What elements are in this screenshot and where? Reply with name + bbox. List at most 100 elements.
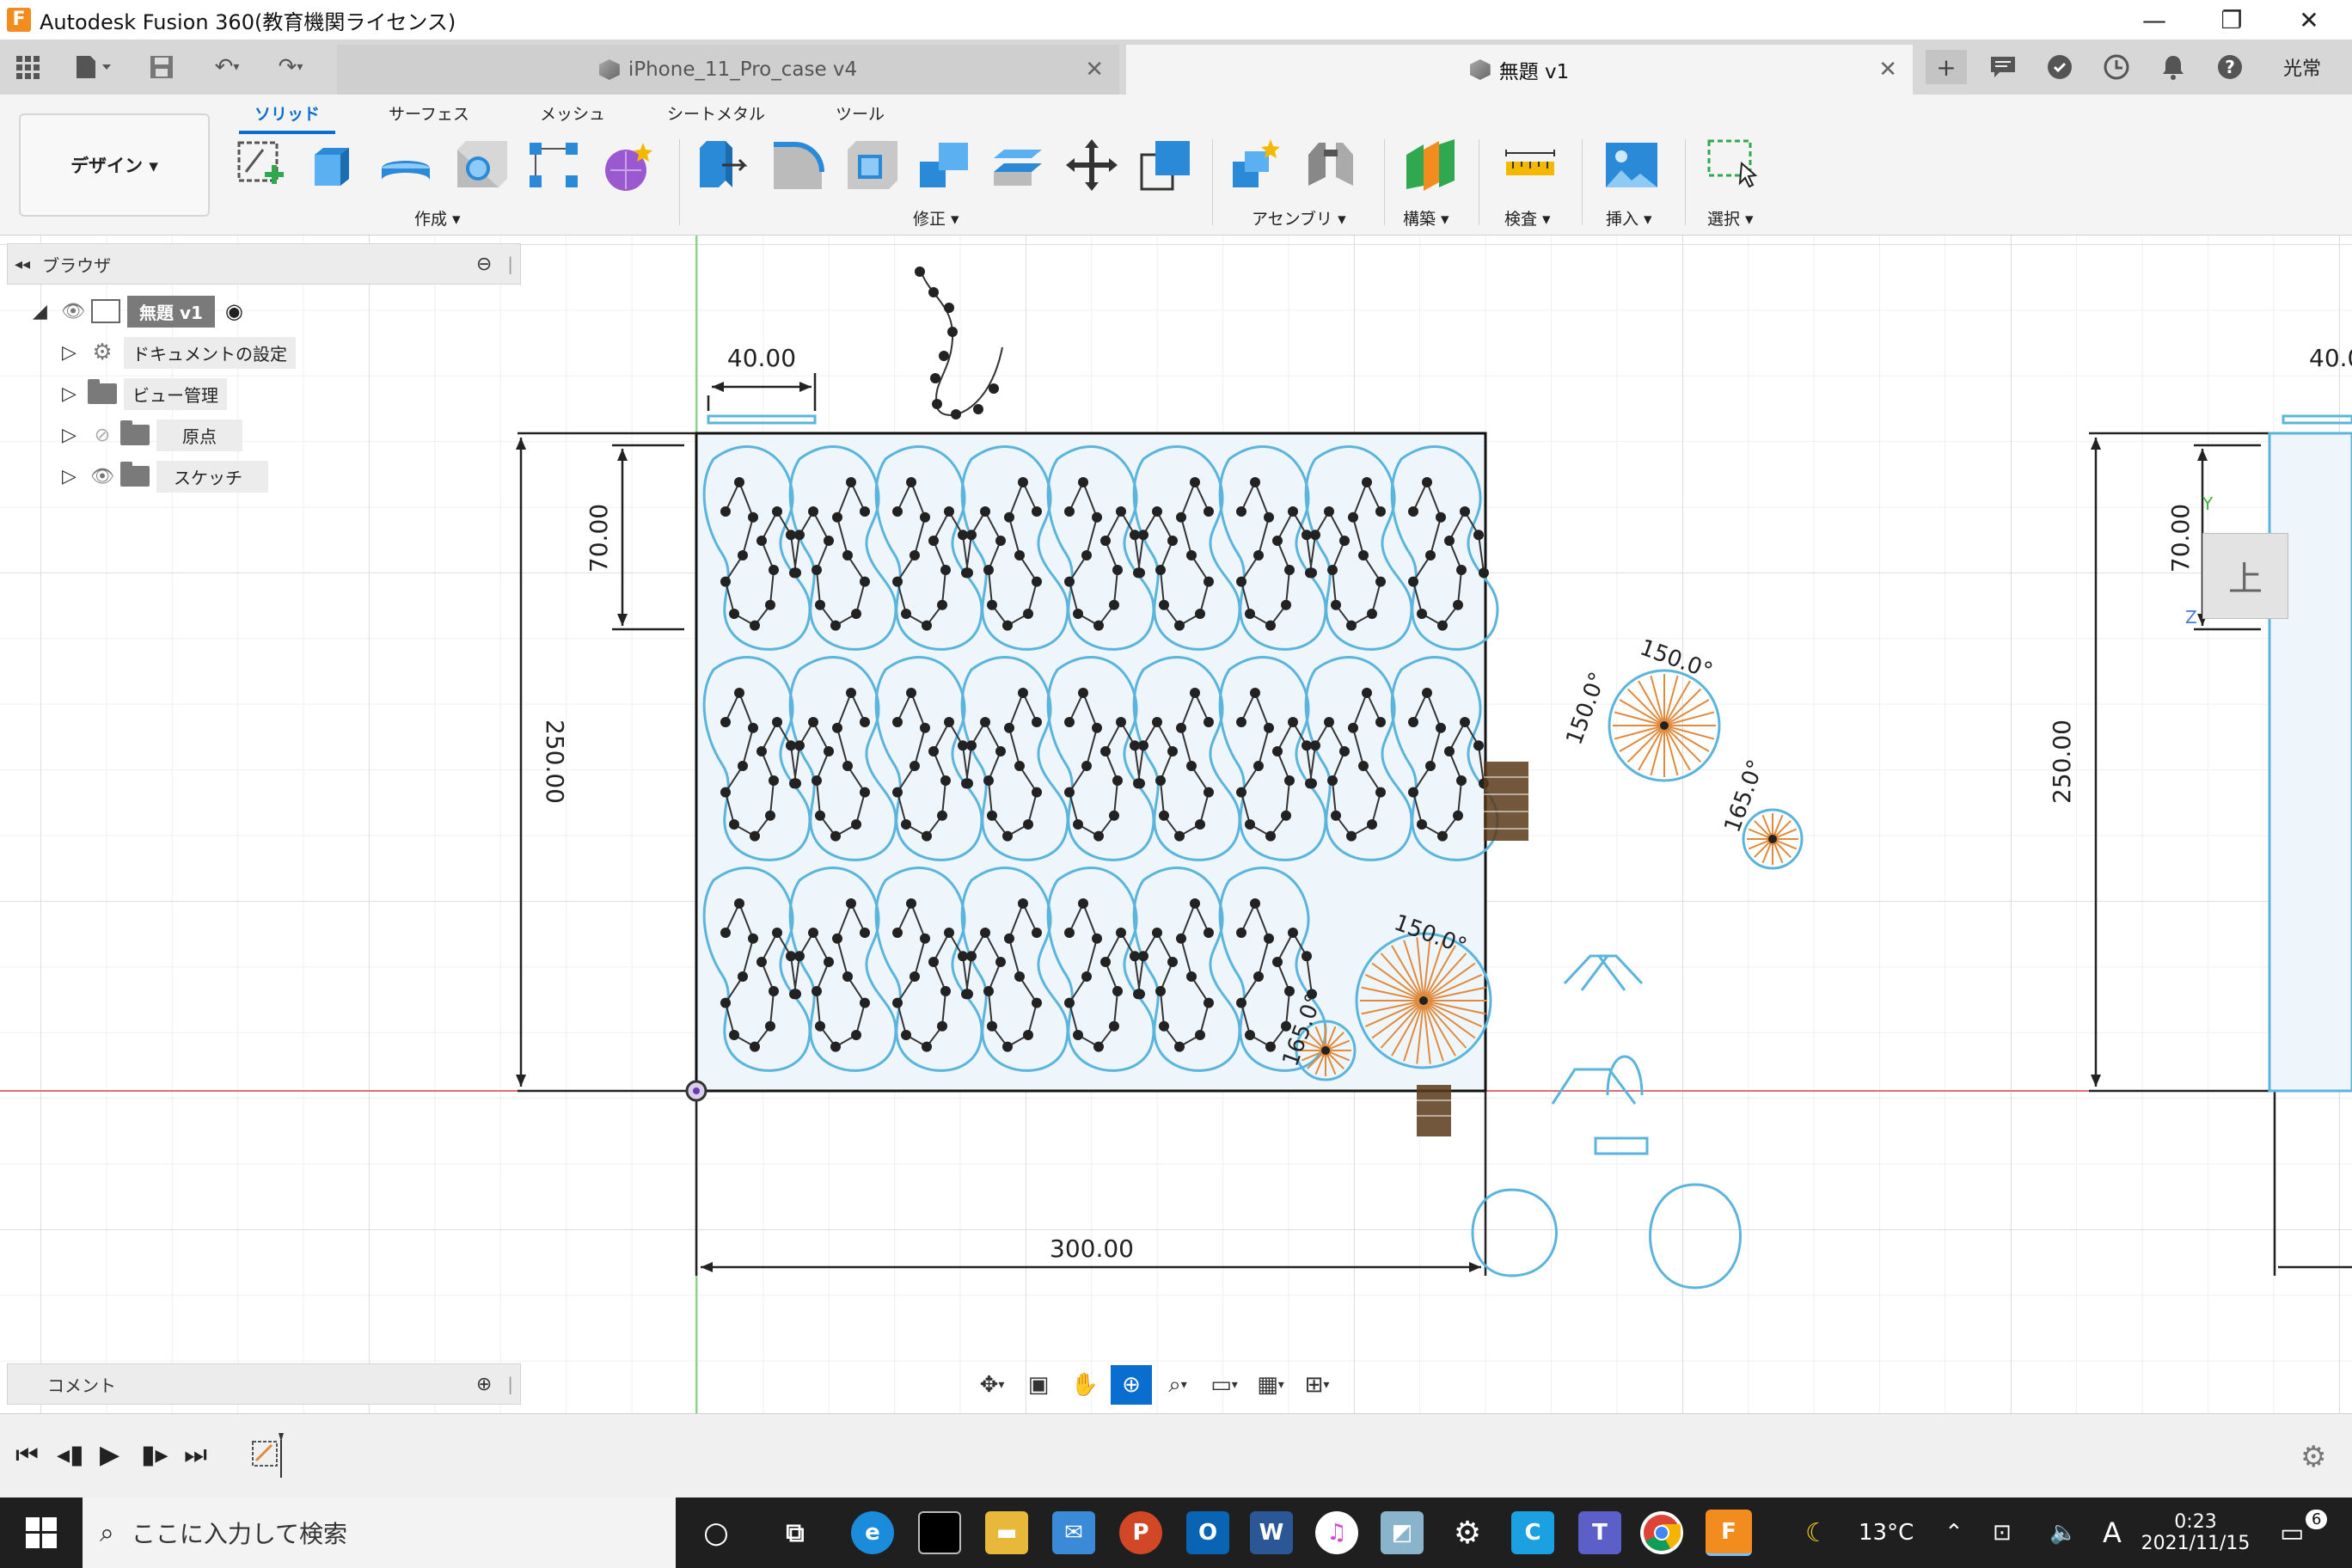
fillet-icon[interactable] [770, 138, 825, 193]
spline-point[interactable] [1078, 688, 1088, 698]
spline-point[interactable] [1250, 477, 1260, 487]
spline-point[interactable] [1375, 717, 1386, 727]
spline-point[interactable] [1236, 928, 1246, 938]
spline-point[interactable] [1073, 1030, 1083, 1040]
spline-point[interactable] [1460, 506, 1470, 517]
spline-point[interactable] [1204, 506, 1214, 517]
spline-point[interactable] [1245, 819, 1255, 830]
timeline-sketch-feature-icon[interactable] [249, 1431, 291, 1479]
construct-group-label[interactable]: 構築 ▾ [1403, 206, 1449, 230]
spline-point[interactable] [860, 717, 870, 727]
spline-point[interactable] [789, 989, 799, 1000]
spline-point[interactable] [1190, 477, 1200, 487]
spline-point[interactable] [1305, 778, 1315, 789]
extrude-icon[interactable] [304, 138, 359, 193]
spline-point[interactable] [1362, 688, 1372, 698]
spline-point[interactable] [1032, 928, 1042, 938]
spline-point[interactable] [1081, 761, 1092, 771]
view-cube[interactable]: 上 [2202, 533, 2288, 619]
spline-point[interactable] [1346, 620, 1357, 631]
spline-point[interactable] [1264, 511, 1274, 523]
spline-point[interactable] [815, 810, 825, 821]
spline-point[interactable] [846, 477, 856, 487]
spline-point[interactable] [1456, 565, 1467, 575]
spline-point[interactable] [832, 511, 842, 523]
notifications-bell-icon[interactable] [2153, 50, 2194, 84]
spline-point[interactable] [1204, 997, 1214, 1008]
joint-icon[interactable] [1303, 138, 1358, 193]
spline-point[interactable] [1064, 717, 1075, 727]
spline-point[interactable] [1264, 722, 1274, 733]
task-view-icon[interactable]: ⧉ [774, 1511, 817, 1554]
spline-point[interactable] [892, 928, 903, 938]
spline-point[interactable] [1375, 506, 1386, 517]
spline-point[interactable] [1159, 1020, 1169, 1032]
fusion-taskbar-icon[interactable]: F [1706, 1510, 1752, 1556]
spline-point[interactable] [734, 898, 744, 909]
terminal-icon[interactable] [918, 1511, 961, 1554]
spline-point[interactable] [1152, 506, 1162, 517]
job-status-icon[interactable] [2039, 50, 2080, 84]
spline-point[interactable] [995, 536, 1006, 546]
spline-point[interactable] [1023, 819, 1033, 830]
spline-point[interactable] [1473, 530, 1484, 541]
panel-grip-icon[interactable]: | [507, 1374, 513, 1394]
spline-point[interactable] [738, 550, 748, 560]
teams-icon[interactable]: T [1578, 1511, 1621, 1554]
outlook-icon[interactable]: O [1186, 1511, 1229, 1554]
spline-point[interactable] [1281, 810, 1291, 821]
spline-point[interactable] [1174, 620, 1185, 631]
spline-point[interactable] [906, 477, 916, 487]
spline-point[interactable] [734, 477, 744, 487]
spline-point[interactable] [720, 717, 731, 727]
assemble-group-label[interactable]: アセンブリ ▾ [1252, 206, 1346, 230]
spline-point[interactable] [1167, 746, 1178, 756]
zoom-icon[interactable]: ⊕ [1111, 1365, 1152, 1405]
spline-point[interactable] [901, 819, 911, 830]
spline-point[interactable] [966, 530, 977, 541]
spline-point[interactable] [1331, 810, 1341, 821]
spline-point[interactable] [928, 746, 939, 756]
spline-point[interactable] [748, 511, 758, 523]
collapse-triangle-icon[interactable]: ◢ [33, 301, 58, 322]
orbit-icon[interactable]: ✥ ▾ [971, 1365, 1013, 1405]
spline-point[interactable] [980, 506, 990, 517]
spline-point[interactable] [980, 928, 990, 938]
spline-point[interactable] [1339, 746, 1350, 756]
spline-point[interactable] [966, 951, 977, 962]
spline-point[interactable] [1195, 609, 1205, 619]
viewcube-face-top[interactable]: 上 [2228, 551, 2263, 601]
combine-icon[interactable] [916, 138, 971, 193]
spline-point[interactable] [1375, 787, 1386, 798]
spline-point[interactable] [794, 740, 805, 751]
play-icon[interactable]: ▶ [100, 1440, 119, 1470]
spline-point[interactable] [922, 620, 932, 631]
spline-point[interactable] [842, 761, 853, 771]
spline-point[interactable] [794, 530, 805, 541]
expand-triangle-icon[interactable]: ▷ [62, 466, 88, 487]
spline-point[interactable] [1092, 511, 1102, 523]
spline-point[interactable] [738, 971, 748, 982]
create-form-icon[interactable] [600, 138, 655, 193]
pin-panel-icon[interactable]: ⊖ [476, 254, 492, 275]
spline-point[interactable] [756, 746, 767, 756]
spline-point[interactable] [920, 722, 930, 733]
spline-point[interactable] [1032, 506, 1042, 517]
spline-point[interactable] [808, 506, 818, 517]
spline-point[interactable] [1358, 550, 1369, 560]
close-tab-icon[interactable]: ✕ [1085, 57, 1104, 83]
spline-point[interactable] [1422, 477, 1432, 487]
spline-point[interactable] [987, 1020, 997, 1032]
data-panel-grid-icon[interactable] [10, 50, 45, 84]
spline-point[interactable] [789, 567, 799, 579]
spline-point[interactable] [901, 609, 911, 619]
spline-point[interactable] [824, 536, 834, 546]
spline-point[interactable] [1176, 511, 1186, 523]
spline-point[interactable] [1236, 787, 1246, 798]
spline-point[interactable] [1204, 717, 1214, 727]
action-center-icon[interactable]: ▭ [2280, 1498, 2304, 1568]
spline-point[interactable] [1023, 1030, 1033, 1040]
spline-point[interactable] [1417, 819, 1427, 830]
windows-start-icon[interactable] [0, 1498, 83, 1568]
hole-icon[interactable] [452, 138, 507, 193]
